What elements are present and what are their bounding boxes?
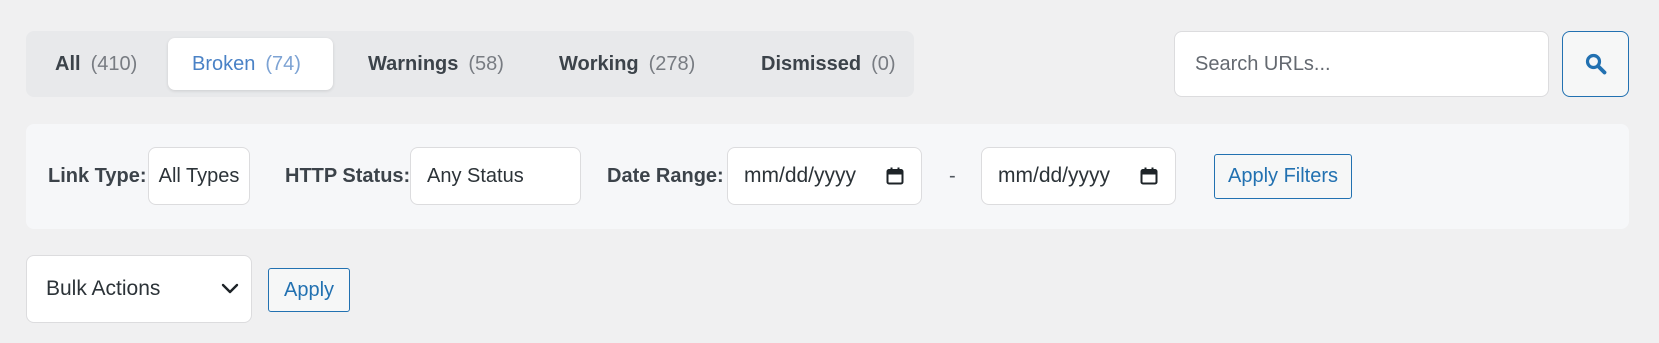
apply-filters-button[interactable]: Apply Filters xyxy=(1214,154,1352,199)
tab-broken-count: (74) xyxy=(265,52,301,75)
http-status-select[interactable]: Any Status xyxy=(410,147,581,205)
tab-dismissed-label: Dismissed xyxy=(761,52,862,75)
date-to-value: mm/dd/yyyy xyxy=(998,164,1111,187)
status-tabs: All (410) Broken (74) Warnings (58) Work… xyxy=(26,31,914,97)
tab-dismissed[interactable]: Dismissed (0) xyxy=(736,38,914,90)
tab-all-label: All xyxy=(55,52,81,75)
tab-broken-label: Broken xyxy=(192,52,256,75)
bulk-actions-select[interactable]: Bulk Actions xyxy=(26,255,252,323)
link-type-select[interactable]: All Types xyxy=(148,147,250,205)
chevron-down-icon xyxy=(221,283,239,295)
date-range-label: Date Range: xyxy=(607,165,724,187)
link-type-label: Link Type: xyxy=(48,165,147,187)
tab-all[interactable]: All (410) xyxy=(26,38,164,90)
bulk-actions-value: Bulk Actions xyxy=(46,277,161,300)
link-type-value: All Types xyxy=(158,164,240,187)
date-to-input[interactable]: mm/dd/yyyy xyxy=(981,147,1176,205)
search-input[interactable] xyxy=(1174,31,1549,97)
calendar-icon[interactable] xyxy=(886,167,904,185)
tab-working-label: Working xyxy=(559,52,639,75)
tab-working[interactable]: Working (278) xyxy=(528,38,736,90)
tab-warnings-label: Warnings xyxy=(368,52,459,75)
filter-bar: Link Type: All Types HTTP Status: Any St… xyxy=(26,124,1629,229)
bulk-apply-button[interactable]: Apply xyxy=(268,268,350,312)
search-button[interactable] xyxy=(1562,31,1629,97)
tab-warnings[interactable]: Warnings (58) xyxy=(333,38,528,90)
tab-working-count: (278) xyxy=(648,52,696,75)
tab-dismissed-count: (0) xyxy=(871,52,896,75)
http-status-label: HTTP Status: xyxy=(285,165,411,187)
date-from-input[interactable]: mm/dd/yyyy xyxy=(727,147,922,205)
tab-warnings-count: (58) xyxy=(468,52,504,75)
tab-broken[interactable]: Broken (74) xyxy=(168,38,333,90)
date-from-value: mm/dd/yyyy xyxy=(744,164,857,187)
http-status-value: Any Status xyxy=(427,164,524,187)
tab-all-count: (410) xyxy=(90,52,138,75)
search-icon xyxy=(1585,53,1607,75)
date-range-separator: - xyxy=(949,165,956,187)
calendar-icon[interactable] xyxy=(1140,167,1158,185)
